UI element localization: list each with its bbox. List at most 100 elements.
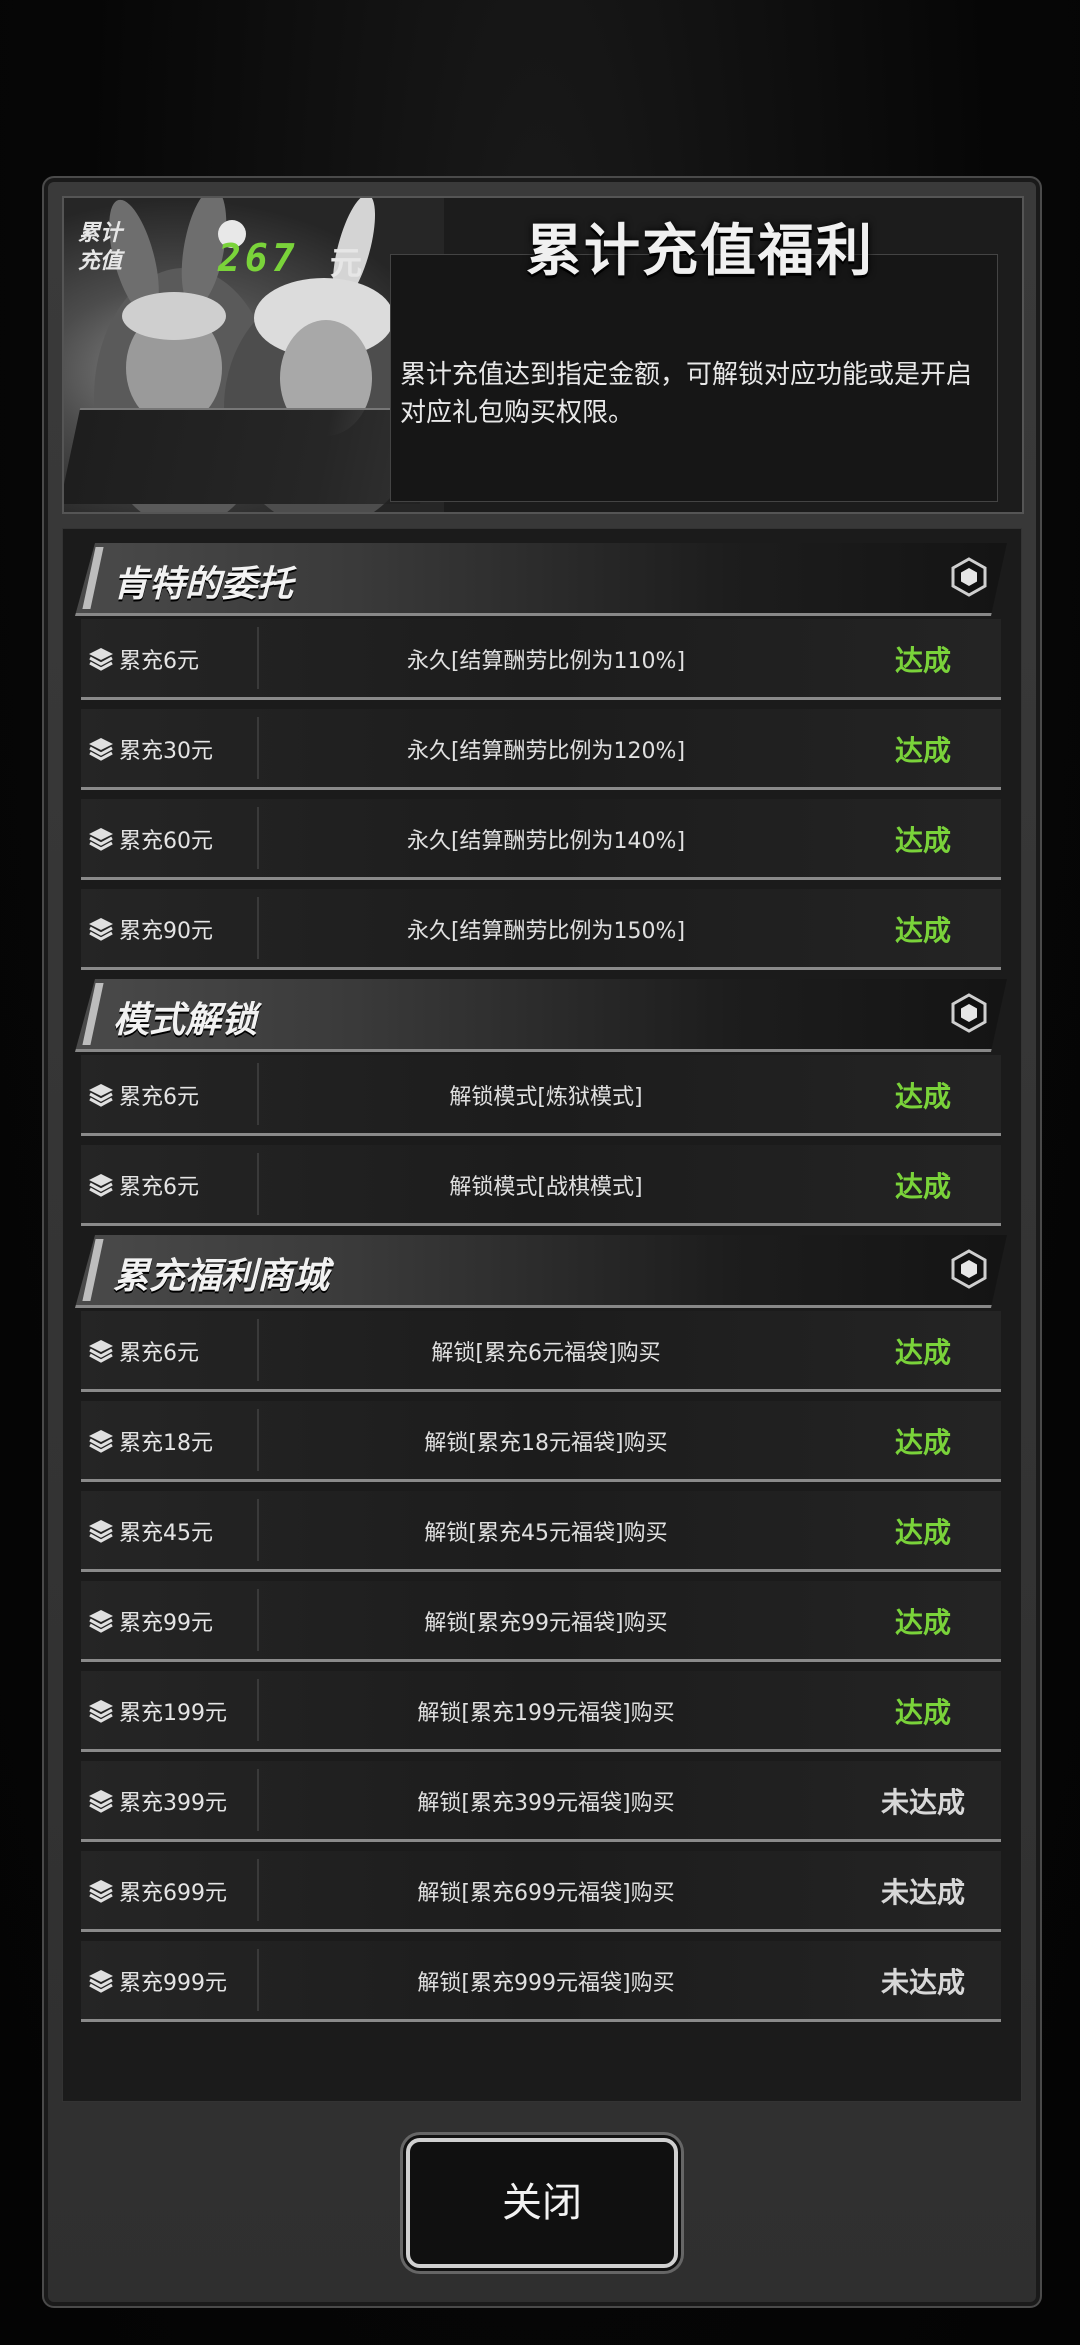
list-item[interactable]: 累充6元 永久[结算酬劳比例为110%] 达成: [81, 619, 1001, 700]
section-header[interactable]: 累充福利商城: [75, 1235, 1007, 1305]
requirement-text: 累充6元: [119, 649, 199, 674]
divider: [257, 1409, 259, 1471]
section-header[interactable]: 肯特的委托: [75, 543, 1007, 613]
requirement-text: 累充18元: [119, 1431, 213, 1456]
status-badge: 达成: [894, 1336, 951, 1369]
status-badge: 达成: [894, 914, 951, 947]
list-item[interactable]: 累充6元 解锁[累充6元福袋]购买 达成: [81, 1311, 1001, 1392]
divider: [257, 1063, 259, 1125]
total-recharge-value: 267: [218, 236, 299, 280]
list-item[interactable]: 累充90元 永久[结算酬劳比例为150%] 达成: [81, 889, 1001, 970]
status-badge: 达成: [894, 1696, 951, 1729]
list-item[interactable]: 累充6元 解锁模式[战棋模式] 达成: [81, 1145, 1001, 1226]
divider: [257, 807, 259, 869]
list-item[interactable]: 累充6元 解锁模式[炼狱模式] 达成: [81, 1055, 1001, 1136]
stack-layers-icon: [87, 735, 115, 763]
reward-text: 解锁[累充6元福袋]购买: [431, 1341, 661, 1366]
requirement-text: 累充60元: [119, 829, 213, 854]
status-badge: 达成: [894, 824, 951, 857]
list-item[interactable]: 累充699元 解锁[累充699元福袋]购买 未达成: [81, 1851, 1001, 1932]
status-badge: 达成: [894, 1606, 951, 1639]
stack-layers-icon: [87, 1337, 115, 1365]
reward-text: 解锁模式[炼狱模式]: [449, 1085, 643, 1110]
reward-text: 永久[结算酬劳比例为140%]: [406, 829, 686, 854]
stack-layers-icon: [87, 645, 115, 673]
divider: [257, 1859, 259, 1921]
status-badge: 未达成: [880, 1966, 965, 1999]
requirement-text: 累充999元: [119, 1971, 227, 1996]
status-badge: 未达成: [880, 1786, 965, 1819]
stack-layers-icon: [87, 1081, 115, 1109]
section-header[interactable]: 模式解锁: [75, 979, 1007, 1049]
stack-layers-icon: [87, 1787, 115, 1815]
requirement-text: 累充6元: [119, 1175, 199, 1200]
divider: [257, 897, 259, 959]
list-item[interactable]: 累充199元 解锁[累充199元福袋]购买 达成: [81, 1671, 1001, 1752]
divider: [257, 1589, 259, 1651]
stack-layers-icon: [87, 1967, 115, 1995]
list-item[interactable]: 累充999元 解锁[累充999元福袋]购买 未达成: [81, 1941, 1001, 2022]
divider: [257, 1319, 259, 1381]
total-recharge-unit: 元: [330, 244, 363, 282]
divider: [257, 1949, 259, 2011]
reward-text: 解锁[累充999元福袋]购买: [417, 1971, 675, 1996]
hexagon-icon[interactable]: [949, 557, 989, 597]
hexagon-icon[interactable]: [949, 993, 989, 1033]
requirement-text: 累充45元: [119, 1521, 213, 1546]
status-badge: 达成: [894, 1080, 951, 1113]
close-button[interactable]: 关闭: [406, 2138, 678, 2268]
divider: [257, 717, 259, 779]
reward-text: 永久[结算酬劳比例为120%]: [406, 739, 686, 764]
list-item[interactable]: 累充18元 解锁[累充18元福袋]购买 达成: [81, 1401, 1001, 1482]
list-item[interactable]: 累充99元 解锁[累充99元福袋]购买 达成: [81, 1581, 1001, 1662]
page-title: 累计充值福利: [526, 219, 874, 284]
requirement-text: 累充6元: [119, 1085, 199, 1110]
reward-text: 解锁模式[战棋模式]: [449, 1175, 643, 1200]
requirement-text: 累充99元: [119, 1611, 213, 1636]
rewards-list[interactable]: 肯特的委托 累充6元 永久[结算酬劳比例为110%] 达成 累充30元 永久[结算酬劳比例…: [62, 528, 1022, 2102]
reward-text: 解锁[累充699元福袋]购买: [417, 1881, 675, 1906]
stack-layers-icon: [87, 1517, 115, 1545]
requirement-text: 累充30元: [119, 739, 213, 764]
reward-text: 解锁[累充99元福袋]购买: [424, 1611, 668, 1636]
stack-layers-icon: [87, 825, 115, 853]
divider: [257, 1679, 259, 1741]
list-item[interactable]: 累充399元 解锁[累充399元福袋]购买 未达成: [81, 1761, 1001, 1842]
divider: [257, 1153, 259, 1215]
section-title: 模式解锁: [113, 1000, 258, 1041]
status-badge: 达成: [894, 1516, 951, 1549]
reward-text: 永久[结算酬劳比例为150%]: [406, 919, 686, 944]
divider: [257, 1499, 259, 1561]
stack-layers-icon: [87, 915, 115, 943]
divider: [257, 627, 259, 689]
stack-layers-icon: [87, 1607, 115, 1635]
list-item[interactable]: 累充45元 解锁[累充45元福袋]购买 达成: [81, 1491, 1001, 1572]
list-item[interactable]: 累充30元 永久[结算酬劳比例为120%] 达成: [81, 709, 1001, 790]
status-badge: 达成: [894, 644, 951, 677]
description-text: 累计充值达到指定金额，可解锁对应功能或是开启对应礼包购买权限。: [400, 360, 973, 428]
status-badge: 未达成: [880, 1876, 965, 1909]
divider: [257, 1769, 259, 1831]
reward-text: 解锁[累充18元福袋]购买: [424, 1431, 668, 1456]
reward-text: 解锁[累充45元福袋]购买: [424, 1521, 668, 1546]
stack-layers-icon: [87, 1427, 115, 1455]
requirement-text: 累充6元: [119, 1341, 199, 1366]
status-badge: 达成: [894, 734, 951, 767]
stack-layers-icon: [87, 1697, 115, 1725]
total-recharge-plate: [64, 408, 441, 504]
total-recharge-label: 累计 充值: [77, 221, 122, 274]
status-badge: 达成: [894, 1170, 951, 1203]
section-title: 肯特的委托: [113, 564, 294, 605]
reward-text: 解锁[累充199元福袋]购买: [417, 1701, 675, 1726]
stack-layers-icon: [87, 1877, 115, 1905]
reward-text: 永久[结算酬劳比例为110%]: [406, 649, 686, 674]
requirement-text: 累充199元: [119, 1701, 227, 1726]
status-badge: 达成: [894, 1426, 951, 1459]
hexagon-icon[interactable]: [949, 1249, 989, 1289]
reward-text: 解锁[累充399元福袋]购买: [417, 1791, 675, 1816]
stack-layers-icon: [87, 1171, 115, 1199]
requirement-text: 累充699元: [119, 1881, 227, 1906]
list-item[interactable]: 累充60元 永久[结算酬劳比例为140%] 达成: [81, 799, 1001, 880]
requirement-text: 累充399元: [119, 1791, 227, 1816]
requirement-text: 累充90元: [119, 919, 213, 944]
